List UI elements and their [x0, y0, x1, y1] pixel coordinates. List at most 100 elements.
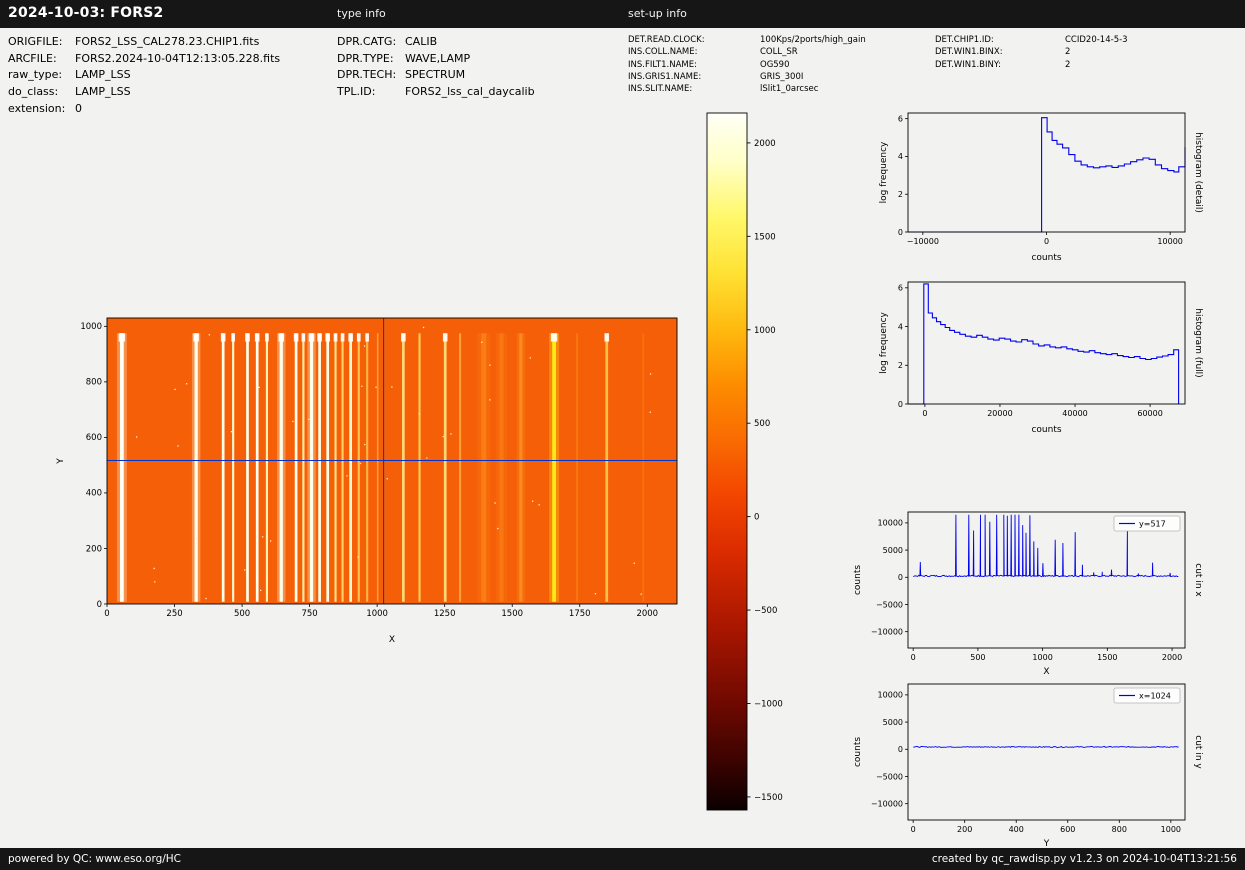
info-label: DET.CHIP1.ID: [935, 35, 994, 46]
svg-text:Y: Y [56, 458, 66, 465]
svg-text:2000: 2000 [1162, 653, 1182, 662]
svg-text:6: 6 [898, 284, 903, 293]
cut-in-y-plot: 0 200 400 600 800 1000−10000−50000500010000Yc… [853, 683, 1203, 849]
svg-text:−5000: −5000 [876, 772, 903, 781]
svg-text:10000: 10000 [1157, 237, 1182, 246]
info-row: TPL.ID: FORS2_lss_cal_daycalib [337, 83, 535, 100]
svg-text:cut in x: cut in x [1193, 563, 1203, 597]
info-label: INS.FILT1.NAME: [628, 59, 697, 70]
info-label: DPR.TYPE: [337, 51, 394, 65]
svg-text:counts: counts [853, 565, 863, 595]
svg-text:X: X [1043, 667, 1049, 677]
info-row: INS.COLL.NAME: COLL_SR [628, 46, 866, 58]
svg-text:0: 0 [754, 513, 759, 523]
cut-in-x-plot: 0 500 1000 1500 2000 −10000 −5000 0 5000 10000 Xco… [853, 511, 1203, 677]
footer-credit-left: powered by QC: www.eso.org/HC [8, 853, 182, 865]
page-title: 2024-10-03: FORS2 [8, 5, 164, 21]
svg-text:−500: −500 [754, 606, 777, 616]
svg-text:200: 200 [86, 544, 102, 554]
info-label: DPR.TECH: [337, 68, 397, 82]
info-label: INS.GRIS1.NAME: [628, 72, 702, 83]
svg-text:2: 2 [898, 361, 903, 370]
svg-text:250: 250 [166, 609, 182, 619]
info-row: do_class: LAMP_LSS [8, 83, 280, 100]
info-row: INS.FILT1.NAME: OG590 [628, 59, 866, 71]
info-row: ORIGFILE: FORS2_LSS_CAL278.23.CHIP1.fits [8, 33, 280, 50]
svg-text:2000: 2000 [754, 139, 776, 149]
svg-text:counts: counts [853, 737, 863, 767]
info-value: COLL_SR [760, 47, 798, 58]
setup-info-block-right: DET.CHIP1.ID: CCID20-14-5-3 DET.WIN1.BINX:… [935, 34, 1128, 71]
info-label: INS.COLL.NAME: [628, 47, 698, 58]
info-value: FORS2.2024-10-04T12:13:05.228.fits [75, 51, 281, 65]
histogram-detail-plot: −10000 0 10000 0 2 4 6 counts log frequency histo… [879, 112, 1203, 263]
svg-text:10000: 10000 [878, 691, 903, 700]
svg-text:4: 4 [898, 152, 903, 161]
svg-text:500: 500 [970, 653, 985, 662]
footer-credit-right: created by qc_rawdisp.py v1.2.3 on 2024-… [931, 853, 1237, 865]
info-value: CALIB [405, 34, 438, 48]
svg-text:5000: 5000 [883, 718, 903, 727]
svg-text:−10000: −10000 [871, 799, 903, 808]
info-value: 100Kps/2ports/high_gain [760, 35, 866, 46]
file-info-block: ORIGFILE: FORS2_LSS_CAL278.23.CHIP1.fits A… [8, 33, 280, 117]
info-row: DET.READ.CLOCK: 100Kps/2ports/high_gain [628, 34, 866, 46]
svg-text:0: 0 [898, 400, 903, 409]
legend-box: y=517 [1113, 515, 1181, 532]
info-value: FORS2_lss_cal_daycalib [405, 85, 535, 99]
histogram-full-plot: 0 20000 40000 60000 0 2 4 6 counts log frequency h… [879, 281, 1203, 435]
info-value: lSlit1_0arcsec [760, 84, 819, 95]
svg-text:1500: 1500 [754, 232, 776, 242]
info-row: ARCFILE: FORS2.2024-10-04T12:13:05.228.fi… [8, 50, 280, 67]
svg-text:log frequency: log frequency [879, 311, 889, 373]
setup-info-heading: set-up info [628, 7, 687, 20]
info-value: CCID20-14-5-3 [1065, 35, 1128, 46]
info-label: raw_type: [8, 68, 63, 82]
svg-text:−10000: −10000 [907, 237, 939, 246]
svg-text:0: 0 [898, 228, 903, 237]
svg-text:X: X [389, 635, 395, 645]
info-label: DET.WIN1.BINX: [935, 47, 1003, 58]
svg-text:histogram (full): histogram (full) [1193, 308, 1203, 377]
svg-text:2: 2 [898, 190, 903, 199]
info-row: raw_type: LAMP_LSS [8, 67, 280, 84]
type-info-block: DPR.CATG: CALIB DPR.TYPE: WAVE,LAMP DPR.TECH… [337, 33, 535, 100]
info-value: 2 [1065, 59, 1071, 70]
svg-text:0: 0 [104, 609, 109, 619]
svg-text:1500: 1500 [501, 609, 523, 619]
info-label: do_class: [8, 85, 59, 99]
type-info-heading: type info [337, 7, 386, 20]
svg-text:4: 4 [898, 322, 903, 331]
info-row: DPR.CATG: CALIB [337, 33, 535, 50]
svg-text:−10000: −10000 [871, 627, 903, 636]
info-label: ORIGFILE: [8, 34, 63, 48]
svg-text:10000: 10000 [878, 519, 903, 528]
info-value: FORS2_LSS_CAL278.23.CHIP1.fits [75, 34, 260, 48]
info-row: DET.CHIP1.ID: CCID20-14-5-3 [935, 34, 1128, 46]
svg-text:counts: counts [1031, 253, 1061, 263]
svg-text:6: 6 [898, 114, 903, 123]
info-row: DPR.TECH: SPECTRUM [337, 67, 535, 84]
svg-text:1750: 1750 [569, 609, 591, 619]
svg-text:400: 400 [1009, 825, 1024, 834]
info-label: extension: [8, 102, 66, 116]
svg-text:2000: 2000 [636, 609, 658, 619]
svg-text:cut in y: cut in y [1193, 735, 1203, 769]
svg-text:0: 0 [911, 825, 916, 834]
svg-text:counts: counts [1031, 425, 1061, 435]
svg-text:1000: 1000 [1032, 653, 1052, 662]
info-value: OG590 [760, 59, 790, 70]
svg-text:0: 0 [898, 745, 903, 754]
svg-text:log frequency: log frequency [879, 141, 889, 203]
footer-bar: powered by QC: www.eso.org/HC created by… [0, 848, 1245, 870]
svg-text:500: 500 [754, 419, 770, 429]
svg-text:600: 600 [1060, 825, 1075, 834]
svg-text:−5000: −5000 [876, 600, 903, 609]
legend-box: x=1024 [1113, 687, 1181, 704]
svg-text:800: 800 [86, 378, 102, 388]
svg-text:−1500: −1500 [754, 793, 783, 803]
info-value: 2 [1065, 47, 1071, 58]
info-row: INS.GRIS1.NAME: GRIS_300I [628, 71, 866, 83]
svg-text:800: 800 [1112, 825, 1127, 834]
svg-text:600: 600 [86, 433, 102, 443]
